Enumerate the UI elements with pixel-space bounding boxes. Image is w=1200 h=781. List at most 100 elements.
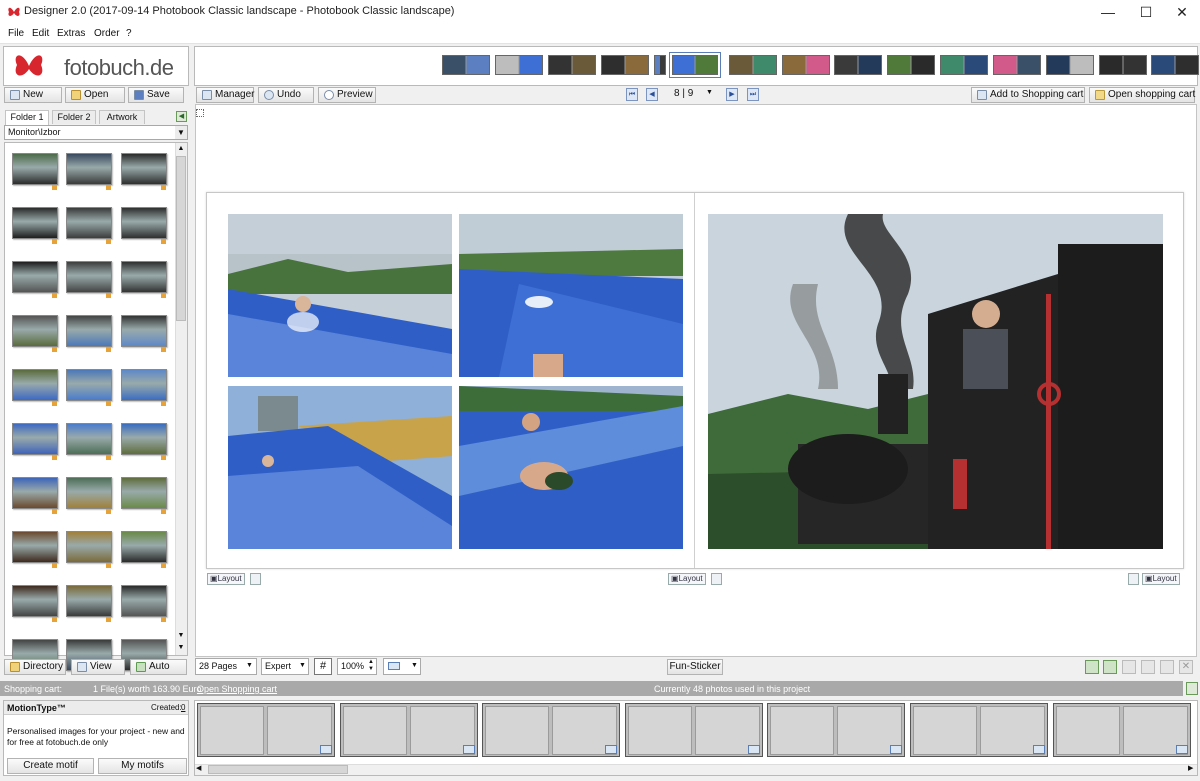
minimize-button[interactable]: — — [1092, 2, 1124, 22]
create-motif-button[interactable]: Create motif — [7, 758, 94, 774]
photo-thumbnail[interactable] — [121, 369, 167, 401]
spread-thumbnail[interactable] — [442, 55, 490, 75]
scrollbar-thumb[interactable] — [176, 156, 186, 321]
photo-thumbnail[interactable] — [121, 531, 167, 563]
photo-thumbnail[interactable] — [12, 315, 58, 347]
view-button[interactable]: View — [71, 659, 125, 675]
scroll-left-icon[interactable]: ◀ — [196, 764, 201, 772]
photo-slide-2[interactable] — [459, 214, 683, 377]
photo-thumbnail[interactable] — [66, 315, 112, 347]
save-button[interactable]: Save — [128, 87, 184, 103]
spread-thumbnail[interactable] — [993, 55, 1041, 75]
layout-template-thumbnail[interactable] — [1053, 703, 1191, 757]
menu-order[interactable]: Order — [94, 28, 120, 39]
tab-artwork[interactable]: Artwork — [99, 110, 145, 124]
photo-thumbnail[interactable] — [12, 423, 58, 455]
photo-slide-3[interactable] — [228, 386, 452, 549]
template-apply-icon[interactable] — [1176, 745, 1188, 754]
scroll-up-icon[interactable]: ▲ — [176, 144, 186, 154]
spread-thumbnail[interactable] — [834, 55, 882, 75]
scroll-down-icon[interactable]: ▼ — [176, 631, 186, 641]
zoom-stepper-icon[interactable]: ▲ ▼ — [368, 659, 374, 673]
menu-edit[interactable]: Edit — [32, 28, 49, 39]
spread-thumbnail[interactable] — [1046, 55, 1094, 75]
chevron-down-icon[interactable]: ▼ — [175, 126, 187, 139]
duplicate-page-icon[interactable] — [1141, 660, 1155, 674]
chevron-down-icon[interactable]: ▼ — [299, 662, 306, 669]
page-dropdown-icon[interactable]: ▼ — [706, 89, 713, 96]
first-page-icon[interactable]: ⏮ — [626, 88, 638, 101]
layout-template-thumbnail[interactable] — [910, 703, 1048, 757]
open-cart-link[interactable]: Open Shopping cart — [197, 684, 277, 694]
layout-left-button[interactable]: ▣Layout — [207, 573, 245, 585]
fun-sticker-button[interactable]: Fun-Sticker — [667, 659, 723, 675]
photo-thumbnail[interactable] — [121, 207, 167, 239]
layout-template-thumbnail[interactable] — [340, 703, 478, 757]
photo-thumbnail[interactable] — [12, 207, 58, 239]
photo-slide-4[interactable] — [459, 386, 683, 549]
template-apply-icon[interactable] — [1033, 745, 1045, 754]
directory-button[interactable]: Directory — [4, 659, 66, 675]
undo-button[interactable]: Undo — [258, 87, 314, 103]
photo-thumbnail[interactable] — [66, 531, 112, 563]
delete-page-icon[interactable]: ✕ — [1179, 660, 1193, 674]
chevron-down-icon[interactable]: ▼ — [246, 662, 253, 669]
last-page-icon[interactable]: ⏭ — [747, 88, 759, 101]
spread-thumbnail[interactable] — [601, 55, 649, 75]
template-apply-icon[interactable] — [748, 745, 760, 754]
spread-thumbnail[interactable] — [1099, 55, 1147, 75]
photo-thumbnail[interactable] — [66, 369, 112, 401]
spread-thumbnail[interactable] — [940, 55, 988, 75]
menu-file[interactable]: File — [8, 28, 24, 39]
previous-page-icon[interactable]: ◀ — [646, 88, 658, 101]
photo-thumbnail[interactable] — [12, 153, 58, 185]
photo-thumbnail[interactable] — [66, 207, 112, 239]
page-thumbnails-scroll-thumb[interactable] — [208, 765, 348, 774]
insert-page-icon[interactable] — [1103, 660, 1117, 674]
layout-template-thumbnail[interactable] — [482, 703, 620, 757]
my-motifs-button[interactable]: My motifs — [98, 758, 187, 774]
layout-template-thumbnail[interactable] — [767, 703, 905, 757]
layout-template-thumbnail[interactable] — [197, 703, 335, 757]
photo-thumbnail[interactable] — [121, 585, 167, 617]
close-button[interactable]: ✕ — [1166, 2, 1198, 22]
layout-template-thumbnail[interactable] — [625, 703, 763, 757]
photo-thumbnail[interactable] — [12, 369, 58, 401]
photo-thumbnail[interactable] — [121, 261, 167, 293]
photo-thumbnail[interactable] — [12, 531, 58, 563]
maximize-button[interactable]: ☐ — [1130, 2, 1162, 22]
tab-folder-1[interactable]: Folder 1 — [5, 110, 49, 125]
template-apply-icon[interactable] — [463, 745, 475, 754]
new-button[interactable]: New — [4, 87, 62, 103]
photo-slide-1[interactable] — [228, 214, 452, 377]
add-page-icon[interactable] — [1085, 660, 1099, 674]
menu-help[interactable]: ? — [126, 28, 132, 39]
spread-thumbnail[interactable] — [729, 55, 777, 75]
template-apply-icon[interactable] — [605, 745, 617, 754]
auto-button[interactable]: Auto — [130, 659, 187, 675]
photo-thumbnail[interactable] — [121, 477, 167, 509]
photo-thumbnail[interactable] — [66, 423, 112, 455]
layout-center-button[interactable]: ▣Layout — [668, 573, 706, 585]
layout-right-button[interactable]: ▣Layout — [1142, 573, 1180, 585]
spread-thumbnail[interactable] — [887, 55, 935, 75]
layout-left-options-icon[interactable] — [250, 573, 261, 585]
photo-thumbnail[interactable] — [121, 423, 167, 455]
photo-thumbnail[interactable] — [12, 585, 58, 617]
tab-folder-2[interactable]: Folder 2 — [52, 110, 96, 124]
expand-status-icon[interactable] — [1186, 682, 1198, 695]
photo-thumbnail[interactable] — [66, 477, 112, 509]
open-button[interactable]: Open — [65, 87, 125, 103]
layout-center-options-icon[interactable] — [711, 573, 722, 585]
collapse-panel-icon[interactable]: ◀ — [176, 111, 187, 122]
paste-page-icon[interactable] — [1160, 660, 1174, 674]
grid-toggle-icon[interactable]: # — [314, 658, 332, 675]
folder-path-select[interactable]: Monitor\Izbor — [4, 125, 188, 140]
page-indicator[interactable]: 8 | 9 — [674, 88, 693, 99]
copy-page-icon[interactable] — [1122, 660, 1136, 674]
photo-thumbnail[interactable] — [121, 315, 167, 347]
template-apply-icon[interactable] — [890, 745, 902, 754]
spread-thumbnail[interactable] — [782, 55, 830, 75]
template-apply-icon[interactable] — [320, 745, 332, 754]
scroll-right-icon[interactable]: ▶ — [1188, 764, 1193, 772]
